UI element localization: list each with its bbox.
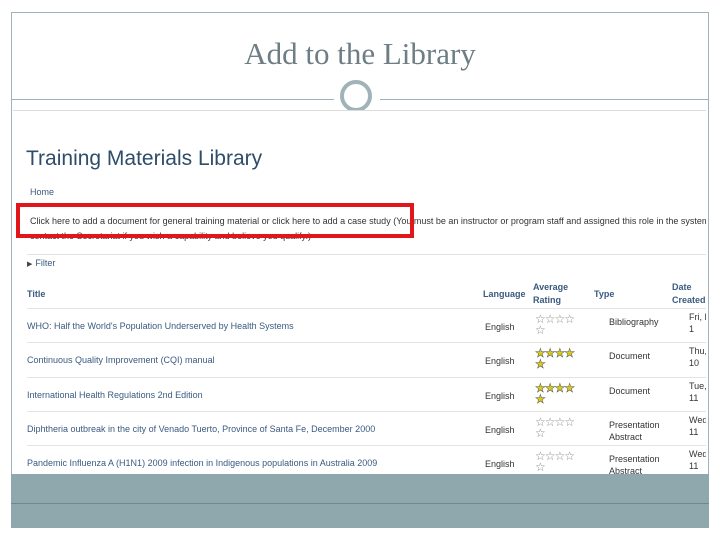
header-rating-line-1: Average [533, 282, 569, 292]
row-date: Wed, Apr [689, 449, 706, 459]
header-title[interactable]: Title [27, 288, 45, 301]
star-icon[interactable]: ★ [564, 346, 575, 360]
page-title: Training Materials Library [26, 147, 263, 170]
filter-toggle[interactable]: ▶ Filter [27, 258, 55, 268]
row-date: Wed, Apr [689, 415, 706, 425]
table-row: WHO: Half the World's Population Underse… [27, 308, 706, 343]
row-language: English [485, 391, 515, 401]
header-rating-line-2: Rating [533, 295, 561, 305]
ring-ornament [340, 80, 372, 112]
row-type: Presentation [609, 420, 660, 430]
star-icon[interactable]: ☆ [564, 312, 575, 326]
row-title-link[interactable]: WHO: Half the World's Population Underse… [27, 320, 294, 332]
row-type: Document [609, 351, 651, 361]
row-type: Presentation [609, 454, 660, 464]
row-title-link[interactable]: Pandemic Influenza A (H1N1) 2009 infecti… [27, 457, 377, 469]
rating-stars[interactable]: ★★★★ ★ [535, 346, 576, 371]
row-language: English [485, 425, 515, 435]
rating-stars[interactable]: ☆☆☆☆ ☆ [535, 449, 575, 474]
star-icon[interactable]: ☆ [545, 415, 556, 429]
filter-label: Filter [35, 258, 56, 268]
header-date-line-1: Date [672, 282, 692, 292]
row-title-link[interactable]: Diphtheria outbreak in the city of Venad… [27, 423, 375, 435]
star-icon[interactable]: ★ [554, 346, 565, 360]
filter-divider [27, 254, 706, 255]
star-icon[interactable]: ☆ [564, 449, 575, 463]
header-language[interactable]: Language [483, 288, 526, 301]
star-icon[interactable]: ☆ [535, 460, 546, 474]
row-date: Tue, Mar [689, 381, 706, 391]
star-icon[interactable]: ☆ [555, 449, 566, 463]
star-icon[interactable]: ★ [535, 392, 546, 406]
star-icon[interactable]: ★ [545, 346, 556, 360]
row-title-link[interactable]: Continuous Quality Improvement (CQI) man… [27, 354, 215, 366]
row-date-line-2: 10 [689, 358, 700, 368]
row-language: English [485, 356, 515, 366]
library-screenshot: Training Materials Library Home Click he… [13, 110, 706, 475]
star-icon[interactable]: ★ [535, 357, 546, 371]
table-row: International Health Regulations 2nd Edi… [27, 377, 706, 412]
star-icon[interactable]: ★ [554, 381, 565, 395]
row-type-line-2: Abstract [609, 432, 643, 442]
triangle-right-icon: ▶ [27, 261, 33, 268]
slide-title: Add to the Library [244, 36, 476, 71]
star-icon[interactable]: ☆ [535, 426, 546, 440]
rating-stars[interactable]: ☆☆☆☆ ☆ [535, 312, 575, 337]
slide-border-left [11, 12, 12, 528]
row-date: Thu, Dec [689, 346, 706, 356]
slide-border-top [11, 12, 709, 13]
header-rating[interactable]: Average Rating [533, 281, 568, 307]
row-date-line-2: 11 [689, 461, 699, 471]
header-date-line-2: Created [672, 295, 706, 305]
header-date[interactable]: Date Created [672, 281, 706, 307]
header-type[interactable]: Type [594, 288, 614, 301]
row-type: Document [609, 386, 651, 396]
rating-stars[interactable]: ★★★★ ★ [535, 381, 576, 406]
row-type: Bibliography [609, 317, 659, 327]
row-date-line-2: 11 [689, 427, 699, 437]
star-icon[interactable]: ☆ [564, 415, 575, 429]
table-row: Diphtheria outbreak in the city of Venad… [27, 411, 706, 446]
star-icon[interactable]: ☆ [545, 449, 556, 463]
highlight-box [16, 203, 414, 238]
star-icon[interactable]: ☆ [555, 415, 566, 429]
row-language: English [485, 322, 515, 332]
row-date-line-2: 1 [689, 324, 695, 334]
row-date: Fri, Dec 1 [689, 312, 706, 322]
table-row: Pandemic Influenza A (H1N1) 2009 infecti… [27, 445, 706, 475]
table-row: Continuous Quality Improvement (CQI) man… [27, 342, 706, 377]
rating-stars[interactable]: ☆☆☆☆ ☆ [535, 415, 575, 440]
star-icon[interactable]: ☆ [545, 312, 556, 326]
row-date-line-2: 11 [689, 393, 699, 403]
row-language: English [485, 459, 515, 469]
footer-band [11, 474, 709, 528]
star-icon[interactable]: ★ [545, 381, 556, 395]
star-icon[interactable]: ☆ [555, 312, 566, 326]
star-icon[interactable]: ☆ [535, 323, 546, 337]
slide-border-right [708, 12, 709, 528]
footer-line [11, 503, 709, 504]
row-title-link[interactable]: International Health Regulations 2nd Edi… [27, 389, 203, 401]
star-icon[interactable]: ★ [564, 381, 575, 395]
home-link[interactable]: Home [30, 187, 54, 197]
